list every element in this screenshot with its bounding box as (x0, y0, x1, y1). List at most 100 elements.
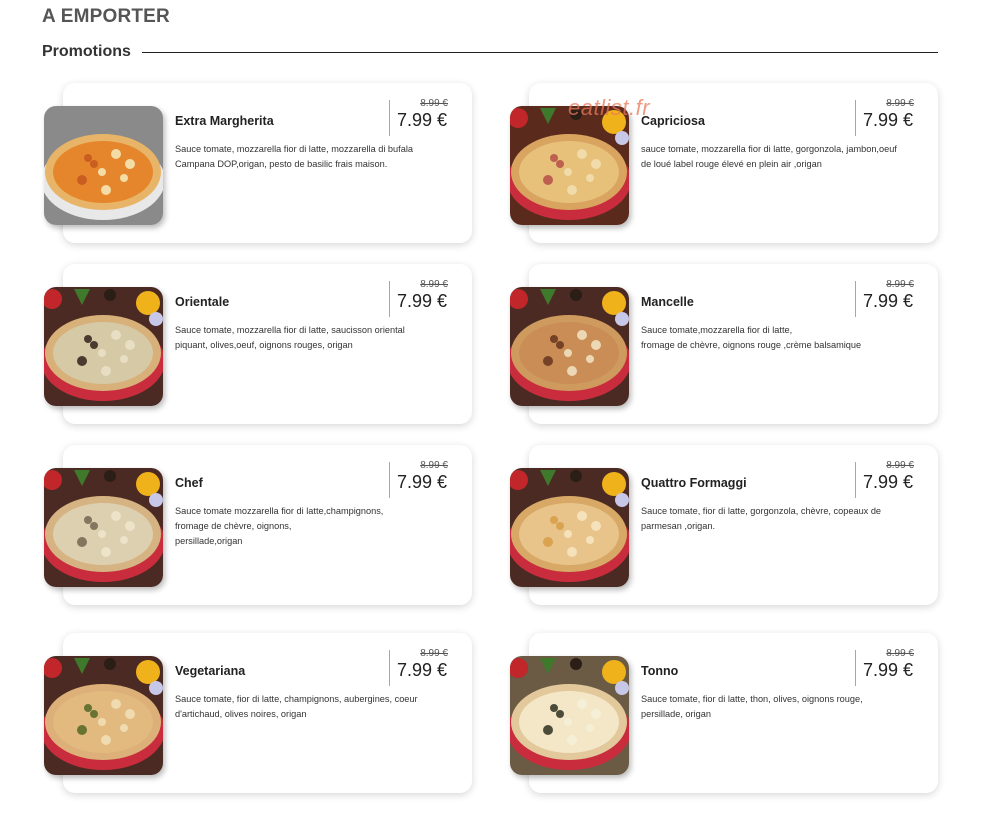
menu-item-name: Orientale (175, 295, 230, 309)
menu-item-name: Tonno (641, 664, 679, 678)
pizza-topping (120, 724, 128, 732)
menu-item-photo[interactable] (510, 656, 629, 775)
pepper-decoration (136, 291, 160, 315)
menu-item-name: Capriciosa (641, 114, 705, 128)
old-price: 8.99 € (420, 460, 448, 471)
pizza-topping (125, 521, 135, 531)
pepper-decoration (136, 472, 160, 496)
pizza-topping (101, 547, 111, 557)
pizza-topping (550, 335, 558, 343)
pizza-topping (98, 530, 106, 538)
section-header: Promotions (42, 42, 938, 62)
pizza-topping (586, 536, 594, 544)
pizza-topping (556, 160, 564, 168)
pizza-topping (577, 330, 587, 340)
capriciosa-pizza-icon (510, 106, 629, 225)
garlic-decoration (149, 312, 163, 326)
pizza-topping (77, 537, 87, 547)
pizza-topping (111, 149, 121, 159)
olive-decoration (570, 658, 582, 670)
menu-item-name: Extra Margherita (175, 114, 274, 128)
menu-item-photo[interactable] (510, 468, 629, 587)
pizza-topping (120, 536, 128, 544)
menu-page: A EMPORTER Promotions Extra Margherita Sa… (0, 0, 989, 818)
promo-price: 7.99 € (862, 472, 913, 492)
promo-price: 7.99 € (396, 472, 447, 492)
pizza-topping (567, 547, 577, 557)
pizza-topping (586, 174, 594, 182)
pizza-topping (98, 349, 106, 357)
pizza-topping (564, 168, 572, 176)
pizza-topping (111, 330, 121, 340)
chef-pizza-icon (44, 468, 163, 587)
menu-item-photo[interactable] (44, 656, 163, 775)
pizza-topping (90, 710, 98, 718)
promo-price: 7.99 € (862, 110, 913, 130)
old-price: 8.99 € (886, 460, 914, 471)
pizza-topping (101, 735, 111, 745)
menu-item-photo[interactable] (44, 468, 163, 587)
promo-price: 7.99 € (396, 110, 447, 130)
menu-item-photo[interactable] (44, 106, 163, 225)
pizza-topping (567, 185, 577, 195)
pizza-topping (111, 699, 121, 709)
pizza-topping (543, 725, 553, 735)
pizza-topping (101, 185, 111, 195)
promo-price: 7.99 € (396, 660, 447, 680)
old-price: 8.99 € (886, 279, 914, 290)
pepper-decoration (602, 291, 626, 315)
pizza-topping (564, 718, 572, 726)
pizza-topping (543, 537, 553, 547)
pizza-topping (125, 159, 135, 169)
pizza-topping (120, 355, 128, 363)
menu-item-description: Sauce tomate,mozzarella fior di latte, f… (641, 325, 862, 350)
section-title: Promotions (42, 43, 131, 60)
pizza-topping (577, 699, 587, 709)
menu-item-photo[interactable] (510, 106, 629, 225)
menu-item-description: Sauce tomate, fior di latte, gorgonzola,… (641, 506, 882, 531)
pizza-topping (84, 154, 92, 162)
olive-decoration (104, 470, 116, 482)
mancelle-pizza-icon (510, 287, 629, 406)
pepper-decoration (602, 660, 626, 684)
pizza-topping (125, 709, 135, 719)
menu-item-photo[interactable] (44, 287, 163, 406)
olive-decoration (570, 289, 582, 301)
pizza-topping (125, 340, 135, 350)
olive-decoration (104, 658, 116, 670)
vegetariana-pizza-icon (44, 656, 163, 775)
pizza-topping (567, 735, 577, 745)
promo-price: 7.99 € (396, 291, 447, 311)
section-divider-line (141, 51, 938, 53)
garlic-decoration (615, 312, 629, 326)
pizza-topping (84, 516, 92, 524)
old-price: 8.99 € (420, 98, 448, 109)
pizza-topping (591, 159, 601, 169)
quattro-formaggi-pizza-icon (510, 468, 629, 587)
menu-item-name: Vegetariana (175, 664, 246, 678)
pizza-topping (543, 356, 553, 366)
pizza-topping (591, 340, 601, 350)
watermark: eatlist.fr (568, 95, 651, 120)
menu-item-description: Sauce tomate mozzarella fior di latte,ch… (175, 506, 384, 546)
page-heading: A EMPORTER (42, 6, 170, 27)
pizza-topping (84, 704, 92, 712)
pizza-topping (577, 511, 587, 521)
pizza-topping (586, 724, 594, 732)
pizza-topping (550, 516, 558, 524)
pizza-topping (90, 522, 98, 530)
olive-decoration (570, 470, 582, 482)
menu-item-description: Sauce tomate, mozzarella fior di latte, … (175, 325, 405, 350)
menu-item-photo[interactable] (510, 287, 629, 406)
pizza-topping (556, 341, 564, 349)
old-price: 8.99 € (420, 648, 448, 659)
garlic-decoration (149, 681, 163, 695)
pizza-topping (111, 511, 121, 521)
pizza-topping (77, 175, 87, 185)
garlic-decoration (149, 493, 163, 507)
garlic-decoration (615, 131, 629, 145)
extra-margherita-pizza-icon (44, 106, 163, 225)
old-price: 8.99 € (886, 648, 914, 659)
pizza-topping (98, 168, 106, 176)
olive-decoration (104, 289, 116, 301)
